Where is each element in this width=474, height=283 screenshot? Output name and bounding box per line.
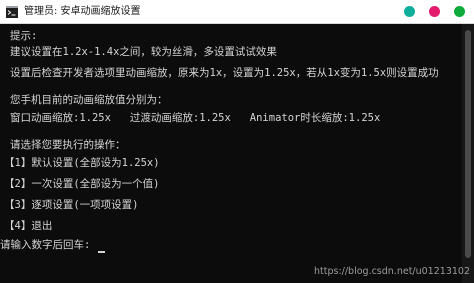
console-output[interactable]: 提示: 建议设置在1.2x-1.4x之间，较为丝滑，多设置试试效果 设置后检查开…	[0, 24, 460, 283]
console-line-current-header: 您手机目前的动画缩放值分别为：	[10, 94, 168, 106]
close-button[interactable]	[454, 6, 465, 17]
console-line-option-2: 【2】一次设置(全部设为一个值)	[4, 178, 160, 190]
window-title: 管理员: 安卓动画缩放设置	[24, 6, 141, 17]
text-cursor	[98, 251, 105, 253]
console-line-option-3: 【3】逐项设置(一项项设置)	[4, 199, 139, 211]
minimize-button[interactable]	[404, 6, 415, 17]
scrollbar-thumb[interactable]	[465, 30, 471, 258]
console-line-menu-header: 请选择您要执行的操作：	[10, 139, 126, 151]
console-line-current-values: 窗口动画缩放:1.25x 过渡动画缩放:1.25x Animator时长缩放:1…	[10, 112, 381, 124]
console-icon	[6, 6, 18, 18]
console-window: 管理员: 安卓动画缩放设置 提示: 建议设置在1.2x-1.4x之间，较为丝滑，…	[0, 0, 474, 283]
console-line-hint-1: 建议设置在1.2x-1.4x之间，较为丝滑，多设置试试效果	[10, 46, 277, 58]
console-line-option-1: 【1】默认设置(全部设为1.25x)	[4, 157, 160, 169]
maximize-button[interactable]	[429, 6, 440, 17]
console-line-hint-2: 设置后检查开发者选项里动画缩放，原来为1x，设置为1.25x，若从1x变为1.5…	[10, 67, 439, 79]
console-line-hint-header: 提示:	[10, 30, 38, 42]
watermark: https://blog.csdn.net/u01213102	[314, 266, 470, 277]
console-line-option-4: 【4】退出	[4, 220, 53, 232]
vertical-scrollbar[interactable]	[462, 24, 474, 283]
title-bar[interactable]: 管理员: 安卓动画缩放设置	[0, 0, 474, 24]
console-input-prompt[interactable]: 请输入数字后回车:	[0, 238, 90, 252]
